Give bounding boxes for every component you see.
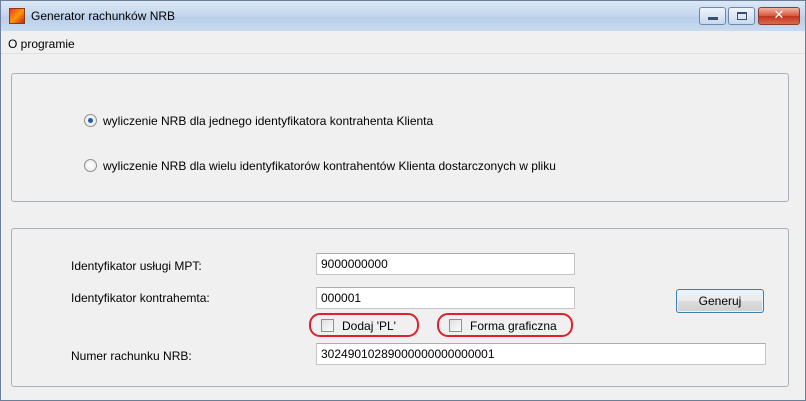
service-id-label: Identyfikator usługi MPT: bbox=[71, 259, 202, 273]
app-window: Generator rachunków NRB ✕ O programie wy… bbox=[0, 0, 806, 401]
contractor-id-label: Identyfikator kontrahemta: bbox=[71, 291, 210, 305]
account-number-field[interactable]: 30249010289000000000000001 bbox=[316, 343, 766, 365]
window-title: Generator rachunków NRB bbox=[31, 9, 176, 23]
add-pl-label[interactable]: Dodaj 'PL' bbox=[342, 319, 396, 333]
app-icon bbox=[9, 8, 25, 24]
radio-selected-dot bbox=[88, 118, 93, 123]
add-pl-checkbox[interactable] bbox=[321, 319, 334, 332]
graphic-form-checkbox[interactable] bbox=[449, 319, 462, 332]
radio-single-contractor[interactable] bbox=[84, 114, 97, 127]
radio-multiple-contractors[interactable] bbox=[84, 159, 97, 172]
radio-single-contractor-label[interactable]: wyliczenie NRB dla jednego identyfikator… bbox=[103, 114, 433, 128]
minimize-button[interactable] bbox=[699, 7, 726, 25]
account-number-label: Numer rachunku NRB: bbox=[71, 349, 192, 363]
minimize-icon bbox=[708, 17, 718, 20]
graphic-form-label[interactable]: Forma graficzna bbox=[470, 319, 557, 333]
radio-multiple-contractors-label[interactable]: wyliczenie NRB dla wielu identyfikatorów… bbox=[103, 159, 556, 173]
title-bar[interactable]: Generator rachunków NRB ✕ bbox=[1, 1, 805, 31]
maximize-button[interactable] bbox=[728, 7, 755, 25]
service-id-input[interactable]: 9000000000 bbox=[316, 253, 575, 275]
contractor-id-input[interactable]: 000001 bbox=[316, 287, 575, 309]
close-button[interactable]: ✕ bbox=[758, 7, 800, 25]
mode-group bbox=[11, 73, 789, 202]
menu-bar: O programie bbox=[1, 31, 805, 54]
maximize-icon bbox=[737, 12, 747, 20]
generate-button[interactable]: Generuj bbox=[676, 289, 764, 313]
menu-item-o-programie[interactable]: O programie bbox=[8, 37, 75, 51]
close-icon: ✕ bbox=[773, 8, 785, 23]
